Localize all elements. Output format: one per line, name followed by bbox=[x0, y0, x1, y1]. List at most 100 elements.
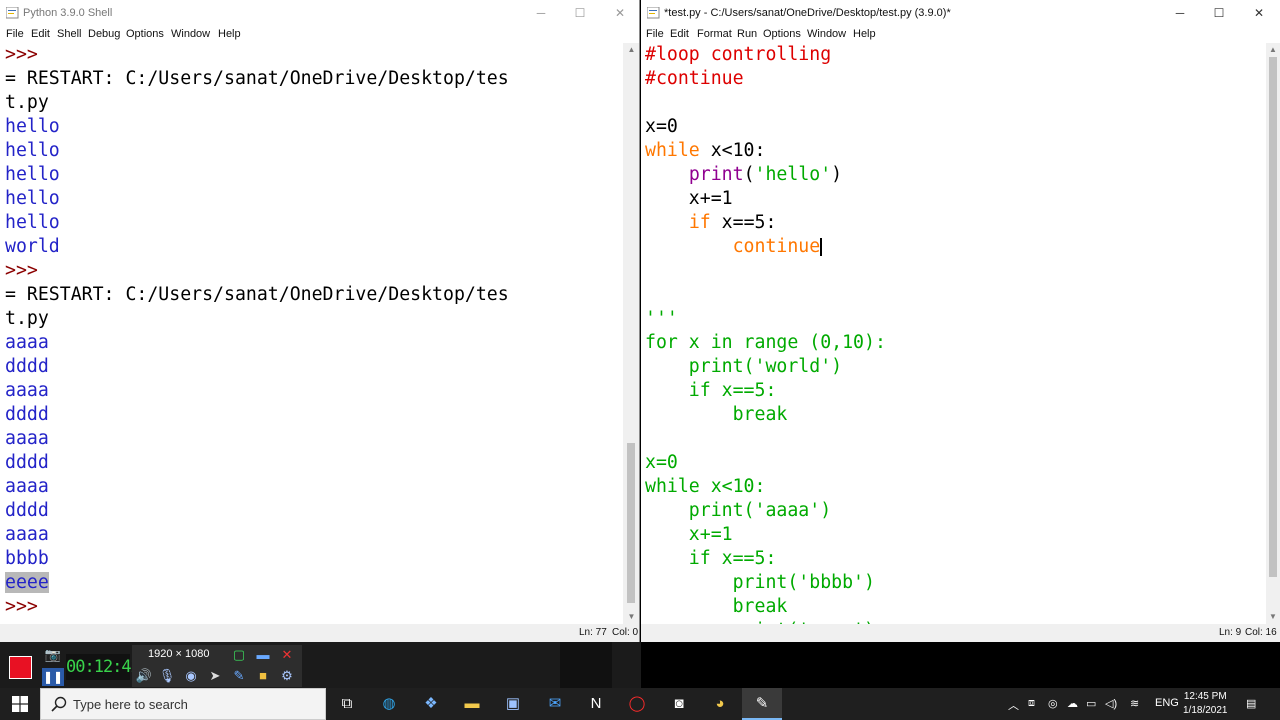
editor-statusbar: Ln: 9 Col: 16 bbox=[641, 624, 1280, 642]
edge-icon[interactable]: ◍ bbox=[377, 692, 401, 716]
menu-options[interactable]: Options bbox=[126, 28, 164, 40]
maximize-button[interactable]: ☐ bbox=[1199, 0, 1239, 26]
folder-icon[interactable]: ■ bbox=[254, 667, 272, 685]
shell-window: Python 3.9.0 Shell ─ ☐ ✕ File Edit Shell… bbox=[0, 0, 640, 642]
close-button[interactable]: ✕ bbox=[1239, 0, 1279, 26]
code-token: break bbox=[645, 596, 788, 617]
minimize-button[interactable]: ─ bbox=[1160, 0, 1200, 26]
code-token: if x==5: bbox=[645, 380, 777, 401]
menu-edit[interactable]: Edit bbox=[31, 28, 50, 40]
editor-titlebar[interactable]: *test.py - C:/Users/sanat/OneDrive/Deskt… bbox=[641, 0, 1280, 26]
file-explorer-icon[interactable]: ▬ bbox=[460, 692, 484, 716]
scroll-thumb[interactable] bbox=[627, 443, 635, 603]
system-clock[interactable]: 12:45 PM 1/18/2021 bbox=[1183, 690, 1228, 718]
shell-line-text: dddd bbox=[5, 452, 49, 473]
editor-menubar: File Edit Format Run Options Window Help bbox=[641, 26, 1280, 42]
close-button[interactable]: ✕ bbox=[600, 0, 639, 26]
notifications-icon[interactable]: ▤ bbox=[1246, 697, 1256, 710]
menu-help[interactable]: Help bbox=[853, 28, 876, 40]
settings-icon[interactable]: ⚙ bbox=[278, 667, 296, 685]
clock-time: 12:45 PM bbox=[1183, 691, 1227, 702]
shell-line: aaaa bbox=[5, 427, 49, 451]
scroll-thumb[interactable] bbox=[1269, 57, 1277, 577]
tray-app-icon[interactable]: ⧈ bbox=[1028, 697, 1035, 710]
shell-line-text: hello bbox=[5, 116, 60, 137]
close-recorder-icon[interactable]: ✕ bbox=[278, 646, 296, 664]
maximize-button[interactable]: ☐ bbox=[560, 0, 600, 26]
shell-output[interactable]: >>> = RESTART: C:/Users/sanat/OneDrive/D… bbox=[0, 43, 639, 624]
dropbox-icon[interactable]: ❖ bbox=[419, 692, 443, 716]
menu-file[interactable]: File bbox=[6, 28, 24, 40]
menu-edit[interactable]: Edit bbox=[670, 28, 689, 40]
battery-icon[interactable]: ▭ bbox=[1086, 697, 1096, 710]
region-icon[interactable]: ▢ bbox=[230, 646, 248, 664]
microphone-icon[interactable]: 🎙 bbox=[158, 667, 176, 685]
speaker-icon[interactable]: 🔊 bbox=[135, 667, 153, 685]
scroll-up-arrow-icon[interactable]: ▲ bbox=[1266, 43, 1280, 57]
record-stop-button[interactable] bbox=[9, 656, 32, 679]
code-token: 'hello' bbox=[754, 164, 832, 185]
shell-titlebar[interactable]: Python 3.9.0 Shell ─ ☐ ✕ bbox=[0, 0, 639, 26]
shell-line: >>> bbox=[5, 43, 49, 67]
scroll-down-arrow-icon[interactable]: ▼ bbox=[1266, 610, 1280, 624]
opera-icon[interactable]: ◯ bbox=[625, 692, 649, 716]
shell-line-text: aaaa bbox=[5, 524, 49, 545]
shell-line: aaaa bbox=[5, 475, 49, 499]
shell-line-text: hello bbox=[5, 140, 60, 161]
code-token: break bbox=[645, 404, 788, 425]
menu-run[interactable]: Run bbox=[737, 28, 757, 40]
pen-icon[interactable]: ✎ bbox=[230, 667, 248, 685]
minimize-recorder-icon[interactable]: ▬ bbox=[254, 646, 272, 664]
tray-location-icon[interactable]: ◎ bbox=[1048, 697, 1058, 710]
mail-icon[interactable]: ✉ bbox=[543, 692, 567, 716]
chrome-icon[interactable]: ◕ bbox=[708, 692, 732, 716]
tray-onedrive-icon[interactable]: ☁ bbox=[1067, 697, 1078, 710]
taskbar-search-box[interactable]: Type here to search bbox=[40, 688, 326, 720]
pause-button[interactable]: ❚❚ bbox=[42, 668, 64, 686]
shell-line: hello bbox=[5, 187, 60, 211]
windows-start-icon[interactable] bbox=[12, 696, 28, 712]
python-icon bbox=[6, 7, 19, 19]
scroll-up-arrow-icon[interactable]: ▲ bbox=[623, 43, 639, 57]
menu-window[interactable]: Window bbox=[171, 28, 210, 40]
idle-active-task[interactable]: ✎ bbox=[742, 688, 782, 720]
menu-shell[interactable]: Shell bbox=[57, 28, 81, 40]
code-editor[interactable]: #loop controlling #continue x=0 while x<10:… bbox=[641, 43, 1265, 641]
menu-options[interactable]: Options bbox=[763, 28, 801, 40]
shell-line: dddd bbox=[5, 451, 49, 475]
wifi-icon[interactable]: ≋ bbox=[1130, 697, 1139, 710]
menu-window[interactable]: Window bbox=[807, 28, 846, 40]
code-line: print('hello') bbox=[645, 163, 842, 187]
show-hidden-icons[interactable]: ︿ bbox=[1008, 697, 1019, 713]
shell-line-text: hello bbox=[5, 212, 60, 233]
volume-icon[interactable]: ◁) bbox=[1105, 697, 1117, 710]
shell-scrollbar[interactable]: ▲ ▼ bbox=[623, 43, 639, 624]
python-file-icon bbox=[647, 7, 660, 19]
menu-help[interactable]: Help bbox=[218, 28, 241, 40]
menu-file[interactable]: File bbox=[646, 28, 664, 40]
shell-line: >>> bbox=[5, 259, 49, 283]
code-token: for x in range (0,10): bbox=[645, 332, 886, 353]
camera-app-icon[interactable]: ◙ bbox=[667, 692, 691, 716]
code-line: #continue bbox=[645, 67, 744, 91]
code-token: print('bbbb') bbox=[645, 572, 875, 593]
webcam-icon[interactable]: ◉ bbox=[182, 667, 200, 685]
shell-line-text: = RESTART: C:/Users/sanat/OneDrive/Deskt… bbox=[5, 284, 509, 305]
task-view-icon[interactable]: ⧉ bbox=[335, 692, 359, 716]
onenote-icon[interactable]: N bbox=[584, 692, 608, 716]
shell-line: aaaa bbox=[5, 523, 49, 547]
code-line: for x in range (0,10): bbox=[645, 331, 886, 355]
minimize-button[interactable]: ─ bbox=[521, 0, 561, 26]
scroll-down-arrow-icon[interactable]: ▼ bbox=[623, 610, 639, 624]
editor-scrollbar[interactable]: ▲ ▼ bbox=[1266, 43, 1280, 624]
camera-icon[interactable]: 📷 bbox=[42, 647, 64, 663]
menu-format[interactable]: Format bbox=[697, 28, 732, 40]
menu-debug[interactable]: Debug bbox=[88, 28, 120, 40]
line-number: Ln: 9 bbox=[1219, 627, 1242, 638]
cursor-icon[interactable]: ➤ bbox=[206, 667, 224, 685]
store-icon[interactable]: ▣ bbox=[501, 692, 525, 716]
language-indicator[interactable]: ENG bbox=[1155, 697, 1179, 709]
search-placeholder: Type here to search bbox=[73, 697, 188, 712]
search-icon bbox=[51, 696, 67, 712]
